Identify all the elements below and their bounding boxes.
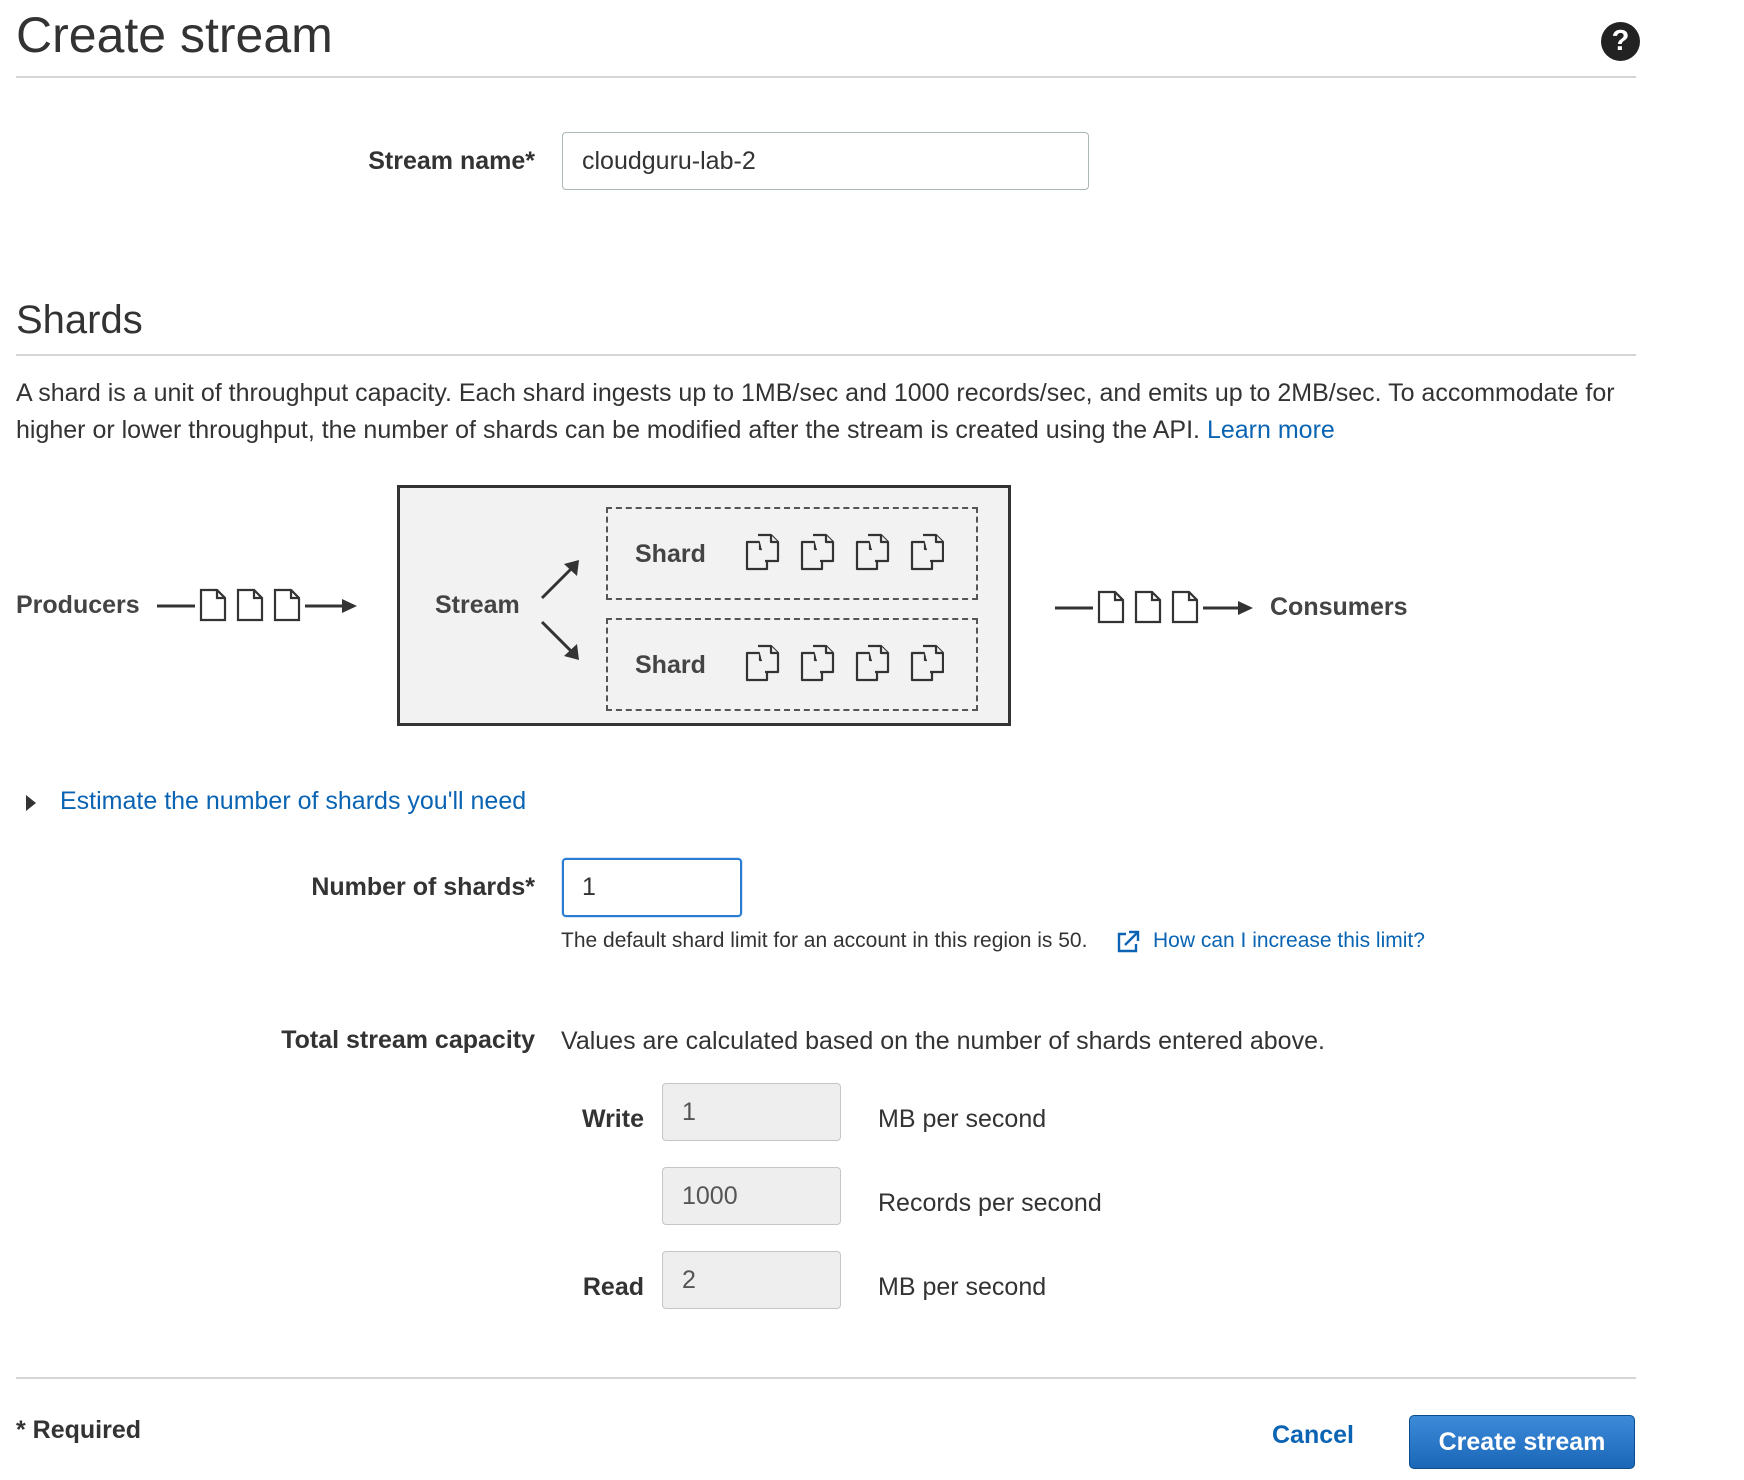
shard-top-box: Shard bbox=[606, 507, 978, 600]
stream-box: Stream Shard Shard bbox=[397, 485, 1011, 726]
shard-limit-hint: The default shard limit for an account i… bbox=[561, 929, 1088, 952]
consumers-flow-graphic bbox=[1055, 590, 1253, 624]
read-label: Read bbox=[582, 1273, 644, 1301]
estimate-shards-link[interactable]: Estimate the number of shards you'll nee… bbox=[60, 789, 526, 814]
shards-description-text: A shard is a unit of throughput capacity… bbox=[16, 379, 1615, 444]
shard-bottom-box: Shard bbox=[606, 618, 978, 711]
diagram-consumers-label: Consumers bbox=[1270, 593, 1408, 621]
shards-description: A shard is a unit of throughput capacity… bbox=[16, 375, 1646, 449]
producers-flow-graphic bbox=[157, 588, 357, 622]
number-of-shards-input[interactable] bbox=[562, 858, 742, 917]
learn-more-link[interactable]: Learn more bbox=[1207, 416, 1335, 444]
stream-name-input[interactable] bbox=[562, 132, 1089, 190]
required-note: * Required bbox=[16, 1416, 142, 1444]
shard-bottom-records-graphic bbox=[745, 644, 944, 682]
external-link-icon bbox=[1117, 930, 1140, 953]
cancel-button[interactable]: Cancel bbox=[1272, 1423, 1354, 1448]
create-stream-button[interactable]: Create stream bbox=[1409, 1415, 1635, 1469]
shard-bottom-label: Shard bbox=[635, 651, 706, 679]
help-icon[interactable]: ? bbox=[1601, 22, 1640, 61]
total-capacity-label: Total stream capacity bbox=[281, 1026, 535, 1054]
stream-arrows-graphic bbox=[540, 560, 579, 660]
write-label: Write bbox=[581, 1105, 644, 1133]
shard-top-records-graphic bbox=[745, 533, 944, 571]
expand-caret-icon[interactable] bbox=[26, 795, 36, 811]
increase-limit-link[interactable]: How can I increase this limit? bbox=[1153, 930, 1425, 951]
shards-section-title: Shards bbox=[16, 298, 143, 342]
write-records-unit: Records per second bbox=[878, 1189, 1102, 1217]
shard-top-label: Shard bbox=[635, 540, 706, 568]
header-divider bbox=[16, 76, 1636, 78]
footer-divider bbox=[16, 1377, 1636, 1379]
write-mb-unit: MB per second bbox=[878, 1105, 1047, 1133]
stream-name-label: Stream name* bbox=[368, 147, 535, 175]
read-mb-unit: MB per second bbox=[878, 1273, 1047, 1301]
capacity-description: Values are calculated based on the numbe… bbox=[561, 1027, 1325, 1055]
page-title: Create stream bbox=[16, 7, 333, 63]
shards-divider bbox=[16, 354, 1636, 356]
write-mb-field bbox=[662, 1083, 841, 1141]
diagram-producers-label: Producers bbox=[16, 591, 140, 619]
diagram-stream-label: Stream bbox=[435, 591, 520, 619]
write-records-field bbox=[662, 1167, 841, 1225]
read-mb-field bbox=[662, 1251, 841, 1309]
number-of-shards-label: Number of shards* bbox=[311, 873, 535, 901]
